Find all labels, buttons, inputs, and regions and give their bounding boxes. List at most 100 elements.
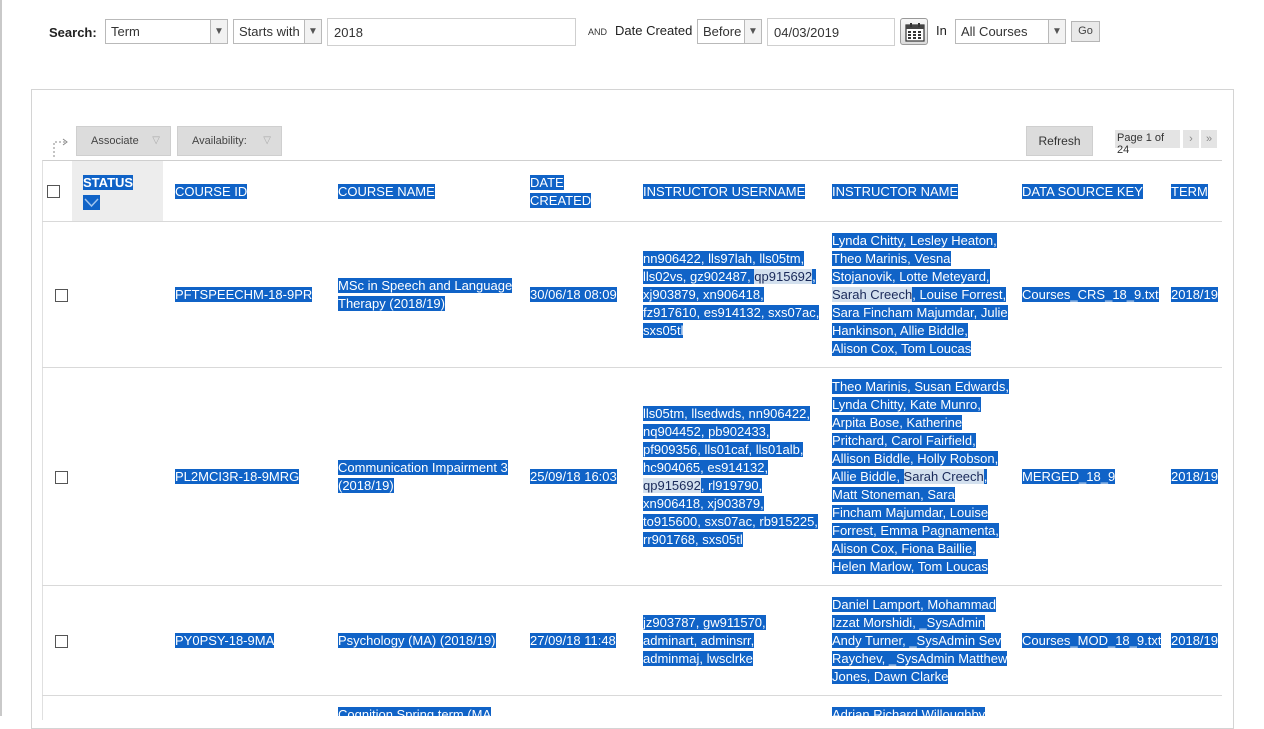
cell-text: Alison Cox, Fiona Baillie,	[832, 541, 976, 556]
page-info: Page 1 of 24	[1115, 130, 1180, 156]
course-id-text: PFTSPEECHM-18-9PR	[175, 287, 313, 302]
instructor-name-cell: Lynda Chitty, Lesley Heaton, Theo Marinis…	[832, 232, 1008, 358]
sort-descending-icon[interactable]	[83, 195, 100, 210]
term-text: 2018/19	[1171, 633, 1218, 648]
course-id-cell[interactable]: PL2MCI3R-18-9MRG	[175, 468, 300, 486]
date-created-cell: 25/09/18 16:03	[530, 468, 617, 486]
associate-button[interactable]: Associate ▽	[76, 126, 171, 156]
column-header-course-name[interactable]: COURSE NAME	[338, 183, 435, 201]
window-edge	[0, 0, 2, 716]
instructor-name-text: Adrian Richard Willoughby	[832, 707, 986, 716]
go-button[interactable]: Go	[1071, 21, 1100, 42]
table-row: Cognition Spring term (MA Adrian Richard…	[0, 696, 1264, 716]
cell-text: Sara Fincham Majumdar, Julie	[832, 305, 1008, 320]
instructor-username-header-text: INSTRUCTOR USERNAME	[643, 184, 806, 199]
cell-text: fz917610, es914132, sxs07ac,	[643, 305, 820, 320]
term-cell: 2018/19	[1171, 632, 1218, 650]
date-created-text: 30/06/18 08:09	[530, 287, 617, 302]
data-source-key-text: MERGED_18_9	[1022, 469, 1116, 484]
instructor-username-cell: lls05tm, llsedwds, nn906422, nq904452, pb…	[643, 405, 818, 549]
course-id-header-text: COURSE ID	[175, 184, 248, 199]
term-cell: 2018/19	[1171, 468, 1218, 486]
course-id-cell[interactable]: PY0PSY-18-9MA	[175, 632, 275, 650]
select-all-checkbox[interactable]	[47, 185, 60, 198]
cell-text: to915600, sxs07ac, rb915225,	[643, 514, 818, 529]
cell-text: xj903879, xn906418,	[643, 287, 764, 302]
column-header-instructor-username[interactable]: INSTRUCTOR USERNAME	[643, 183, 806, 201]
search-bar: Search: Term ▼ Starts with ▼ 2018 AND Da…	[0, 0, 1264, 60]
search-field-select[interactable]: Term ▼	[105, 19, 228, 44]
data-source-key-cell: Courses_MOD_18_9.txt	[1022, 632, 1162, 650]
course-name-cell[interactable]: MSc in Speech and Language Therapy (2018…	[338, 277, 513, 313]
course-name-cell[interactable]: Cognition Spring term (MA	[338, 706, 492, 716]
highlighted-match: Sarah Creech	[832, 287, 913, 302]
column-header-data-source-key[interactable]: DATA SOURCE KEY	[1022, 183, 1143, 201]
instructor-name-header-text: INSTRUCTOR NAME	[832, 184, 959, 199]
row-checkbox[interactable]	[55, 635, 68, 648]
date-input-value: 04/03/2019	[774, 25, 840, 40]
course-name-line: (2018/19)	[338, 478, 394, 493]
search-field-value: Term	[111, 24, 140, 39]
term-text: 2018/19	[1171, 287, 1218, 302]
in-label: In	[936, 23, 947, 38]
course-name-line: MSc in Speech and Language	[338, 278, 513, 293]
data-source-key-cell: Courses_CRS_18_9.txt	[1022, 286, 1159, 304]
created-header-text: CREATED	[530, 193, 592, 208]
data-source-key-text: Courses_MOD_18_9.txt	[1022, 633, 1162, 648]
scope-select[interactable]: All Courses ▼	[955, 19, 1066, 44]
cell-text: hc904065, es914132,	[643, 460, 769, 475]
chevron-down-icon: ▼	[744, 20, 761, 43]
row-divider	[42, 585, 1222, 586]
refresh-button[interactable]: Refresh	[1026, 126, 1093, 156]
column-header-status[interactable]: STATUS	[83, 174, 134, 192]
search-input-value: 2018	[334, 25, 363, 40]
search-operator-select[interactable]: Starts with ▼	[233, 19, 322, 44]
data-source-key-header-text: DATA SOURCE KEY	[1022, 184, 1143, 199]
course-name-cell[interactable]: Psychology (MA) (2018/19)	[338, 632, 496, 650]
term-text: 2018/19	[1171, 469, 1218, 484]
last-page-button[interactable]: »	[1201, 130, 1217, 148]
cell-text: xn906418, xj903879,	[643, 496, 764, 511]
data-source-key-text: Courses_CRS_18_9.txt	[1022, 287, 1159, 302]
course-name-line: Therapy (2018/19)	[338, 296, 445, 311]
instructor-name-cell: Daniel Lamport, Mohammad Izzat Morshidi, …	[832, 596, 1008, 686]
term-header-text: TERM	[1171, 184, 1208, 199]
row-checkbox[interactable]	[55, 289, 68, 302]
course-id-cell[interactable]: PFTSPEECHM-18-9PR	[175, 286, 313, 304]
date-created-cell: 30/06/18 08:09	[530, 286, 617, 304]
course-id-text: PL2MCI3R-18-9MRG	[175, 469, 300, 484]
course-name-line: Psychology (MA) (2018/19)	[338, 633, 496, 648]
data-source-key-cell: MERGED_18_9	[1022, 468, 1116, 486]
column-header-instructor-name[interactable]: INSTRUCTOR NAME	[832, 183, 959, 201]
status-header-text: STATUS	[83, 175, 134, 190]
date-input[interactable]: 04/03/2019	[767, 18, 895, 46]
row-checkbox[interactable]	[55, 471, 68, 484]
row-divider	[42, 221, 1222, 222]
row-divider	[42, 367, 1222, 368]
availability-button[interactable]: Availability: ▽	[177, 126, 282, 156]
availability-label: Availability:	[192, 135, 247, 147]
cell-text: nq904452, pb902433,	[643, 424, 770, 439]
column-header-term[interactable]: TERM	[1171, 183, 1208, 201]
next-page-button[interactable]: ›	[1183, 130, 1199, 148]
cell-text: Theo Marinis, Susan Edwards,	[832, 379, 1010, 394]
calendar-button[interactable]	[900, 18, 928, 45]
date-created-label: Date Created	[615, 23, 693, 38]
column-header-date-created[interactable]: DATE CREATED	[530, 174, 592, 210]
cell-text: Andy Turner, _SysAdmin Sev	[832, 633, 1002, 648]
chevron-down-icon: ▽	[152, 135, 160, 146]
cell-text: Raychev, _SysAdmin Matthew	[832, 651, 1008, 666]
search-input[interactable]: 2018	[327, 18, 576, 46]
cell-text: Matt Stoneman, Sara	[832, 487, 955, 502]
cell-text: ,	[812, 269, 816, 284]
date-operator-select[interactable]: Before ▼	[697, 19, 762, 44]
cell-text: , Louise Forrest,	[912, 287, 1007, 302]
course-name-cell[interactable]: Communication Impairment 3 (2018/19)	[338, 459, 508, 495]
instructor-name-cell: Theo Marinis, Susan Edwards, Lynda Chitty…	[832, 378, 1010, 576]
column-header-course-id[interactable]: COURSE ID	[175, 183, 248, 201]
chevron-down-icon: ▼	[210, 20, 227, 43]
cell-text: adminmaj, lwsclrke	[643, 651, 753, 666]
cell-text: adminart, adminsrr,	[643, 633, 755, 648]
date-operator-value: Before	[703, 24, 742, 39]
course-id-text: PY0PSY-18-9MA	[175, 633, 275, 648]
